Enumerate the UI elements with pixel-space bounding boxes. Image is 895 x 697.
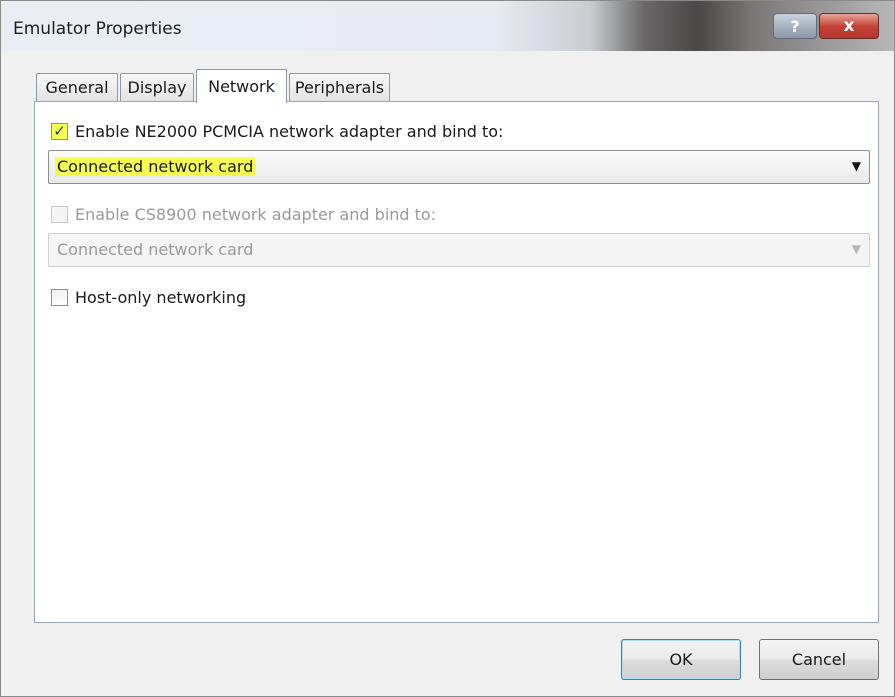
tab-display[interactable]: Display — [120, 73, 194, 101]
tab-peripherals[interactable]: Peripherals — [289, 73, 390, 101]
help-button[interactable]: ? — [773, 13, 817, 39]
ok-label: OK — [669, 650, 693, 669]
tab-display-label: Display — [127, 78, 187, 97]
cancel-label: Cancel — [791, 650, 847, 669]
tab-peripherals-label: Peripherals — [294, 78, 385, 97]
window-title: Emulator Properties — [13, 19, 182, 39]
cs8900-bind-value: Connected network card — [57, 240, 254, 259]
cs8900-checkbox[interactable] — [51, 206, 68, 223]
cs8900-label: Enable CS8900 network adapter and bind t… — [75, 205, 437, 224]
chevron-down-icon: ▼ — [851, 242, 861, 256]
close-icon: x — [843, 16, 855, 36]
tab-network[interactable]: Network — [196, 69, 287, 103]
tab-general-label: General — [45, 78, 109, 97]
cancel-button[interactable]: Cancel — [759, 639, 879, 680]
tab-network-label: Network — [208, 77, 275, 96]
title-bar: Emulator Properties ? x — [1, 1, 894, 51]
tab-general[interactable]: General — [36, 73, 118, 101]
close-button[interactable]: x — [819, 13, 879, 39]
ne2000-checkbox[interactable]: ✓ — [51, 123, 68, 140]
help-icon: ? — [790, 16, 800, 36]
network-tab-panel: ✓ Enable NE2000 PCMCIA network adapter a… — [34, 101, 879, 623]
cs8900-bind-select[interactable]: Connected network card ▼ — [48, 233, 870, 267]
ne2000-label: Enable NE2000 PCMCIA network adapter and… — [75, 122, 504, 141]
host-only-checkbox[interactable] — [51, 289, 68, 306]
host-only-label: Host-only networking — [75, 288, 247, 307]
ne2000-bind-value: Connected network card — [55, 157, 256, 176]
check-icon: ✓ — [53, 122, 66, 140]
ok-button[interactable]: OK — [621, 639, 741, 680]
ne2000-bind-select[interactable]: Connected network card ▼ — [48, 150, 870, 184]
chevron-down-icon: ▼ — [851, 159, 861, 173]
emulator-properties-dialog: Emulator Properties ? x General Display … — [0, 0, 895, 697]
